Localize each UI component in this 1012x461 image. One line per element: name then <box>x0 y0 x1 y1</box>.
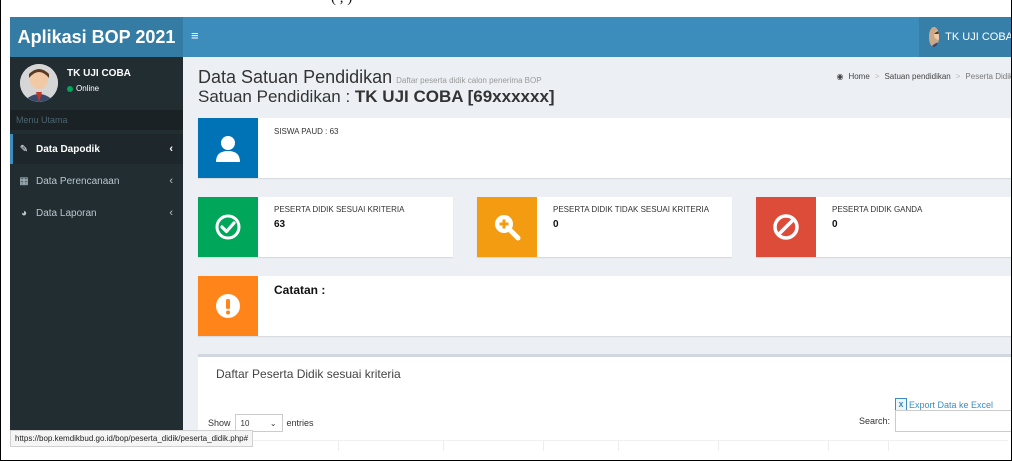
globe-icon: ◕ <box>20 207 28 219</box>
app-brand[interactable]: Aplikasi BOP 2021 <box>10 17 183 57</box>
page-title: Data Satuan Pendidikan Daftar peserta did… <box>198 67 542 88</box>
list-title: Daftar Peserta Didik sesuai kriteria <box>216 367 401 381</box>
sidebar-item-label: Data Dapodik <box>36 143 100 155</box>
edit-icon: ✎ <box>19 143 29 155</box>
ban-icon <box>756 197 816 257</box>
search-label: Search: <box>858 416 890 426</box>
breadcrumb-satuan-pendidikan[interactable]: Satuan pendidikan <box>884 72 950 81</box>
sidebar-item-data-perencanaan[interactable]: ▦ Data Perencanaan ‹ <box>10 166 183 196</box>
breadcrumb-home[interactable]: Home <box>848 72 869 81</box>
sidebar-toggle-icon[interactable]: ≡ <box>191 28 199 43</box>
tidak-sesuai-kriteria-value: 0 <box>553 219 559 230</box>
sidebar-user-name: TK UJI COBA <box>67 68 131 79</box>
user-icon <box>198 118 258 178</box>
top-navbar: ≡ TK UJI COBA <box>183 17 1012 57</box>
catatan-label: Catatan : <box>274 283 326 297</box>
info-box-catatan: Catatan : <box>198 276 1011 336</box>
sidebar-item-label: Data Perencanaan <box>36 175 120 187</box>
user-avatar-icon <box>20 64 58 102</box>
menu-header: Menu Utama <box>10 110 183 130</box>
main-content: Data Satuan Pendidikan Daftar peserta did… <box>183 57 1012 451</box>
page-subtitle: Satuan Pendidikan : TK UJI COBA [69xxxxx… <box>198 87 555 107</box>
sesuai-kriteria-value: 63 <box>274 219 286 230</box>
show-label: Show <box>208 418 231 428</box>
tidak-sesuai-kriteria-label: PESERTA DIDIK TIDAK SESUAI KRITERIA <box>553 205 710 214</box>
ganda-label: PESERTA DIDIK GANDA <box>832 205 923 214</box>
chevron-left-icon: ‹ <box>169 143 173 155</box>
breadcrumb-current: Peserta Didik <box>965 72 1012 81</box>
top-strip-text: ( , ) <box>331 0 352 7</box>
chevron-down-icon: ⌄ <box>269 418 277 428</box>
sidebar-item-label: Data Laporan <box>36 207 97 219</box>
online-dot-icon <box>67 85 73 92</box>
siswa-paud-label: SISWA PAUD : 63 <box>274 127 339 136</box>
sidebar-item-data-laporan[interactable]: ◕ Data Laporan ‹ <box>10 198 183 228</box>
user-status-label: Online <box>76 84 100 93</box>
breadcrumb-separator: > <box>955 72 961 81</box>
info-box-tidak-sesuai-kriteria: PESERTA DIDIK TIDAK SESUAI KRITERIA 0 <box>477 197 732 257</box>
entries-label: entries <box>286 418 314 428</box>
chevron-left-icon: ‹ <box>169 207 173 219</box>
subtitle-prefix: Satuan Pendidikan : <box>198 87 355 106</box>
search-input[interactable] <box>895 410 1011 432</box>
top-strip: ( , ) <box>1 0 1011 8</box>
entries-length-value: 10 <box>240 418 250 428</box>
ganda-value: 0 <box>832 219 838 230</box>
app-frame: ( , ) Aplikasi BOP 2021 ≡ TK UJI COBA TK… <box>0 0 1012 461</box>
info-box-sesuai-kriteria: PESERTA DIDIK SESUAI KRITERIA 63 <box>198 197 453 257</box>
user-avatar-icon <box>929 27 940 47</box>
info-box-siswa-paud: SISWA PAUD : 63 <box>198 118 1011 178</box>
user-status: Online <box>67 84 99 93</box>
data-table-header <box>208 440 1008 451</box>
page-title-text: Data Satuan Pendidikan <box>198 67 393 87</box>
breadcrumb: ◉ Home > Satuan pendidikan > Peserta Did… <box>836 72 1012 81</box>
status-bar-url: https://bop.kemdikbud.go.id/bop/peserta_… <box>10 430 254 447</box>
user-menu[interactable]: TK UJI COBA <box>919 17 1012 57</box>
breadcrumb-separator: > <box>874 72 880 81</box>
sidebar: TK UJI COBA Online Menu Utama ✎ Data Dap… <box>10 57 183 447</box>
navbar-user-name: TK UJI COBA <box>945 31 1012 43</box>
peserta-didik-list-box: Daftar Peserta Didik sesuai kriteria x E… <box>198 354 1011 451</box>
check-circle-icon <box>198 197 258 257</box>
export-excel-label: Export Data ke Excel <box>908 399 993 410</box>
table-icon: ▦ <box>19 175 29 187</box>
dashboard-icon: ◉ <box>836 72 844 81</box>
sesuai-kriteria-label: PESERTA DIDIK SESUAI KRITERIA <box>274 205 405 214</box>
info-box-ganda: PESERTA DIDIK GANDA 0 <box>756 197 1011 257</box>
chevron-left-icon: ‹ <box>169 175 173 187</box>
subtitle-value: TK UJI COBA [69xxxxxx] <box>354 87 555 106</box>
search-plus-icon <box>477 197 537 257</box>
user-panel: TK UJI COBA Online <box>10 57 183 107</box>
sidebar-item-data-dapodik[interactable]: ✎ Data Dapodik ‹ <box>10 134 183 164</box>
exclamation-icon <box>198 276 258 336</box>
table-search: Search: <box>858 410 1011 432</box>
page-title-small: Daftar peserta didik calon penerima BOP <box>396 76 542 85</box>
